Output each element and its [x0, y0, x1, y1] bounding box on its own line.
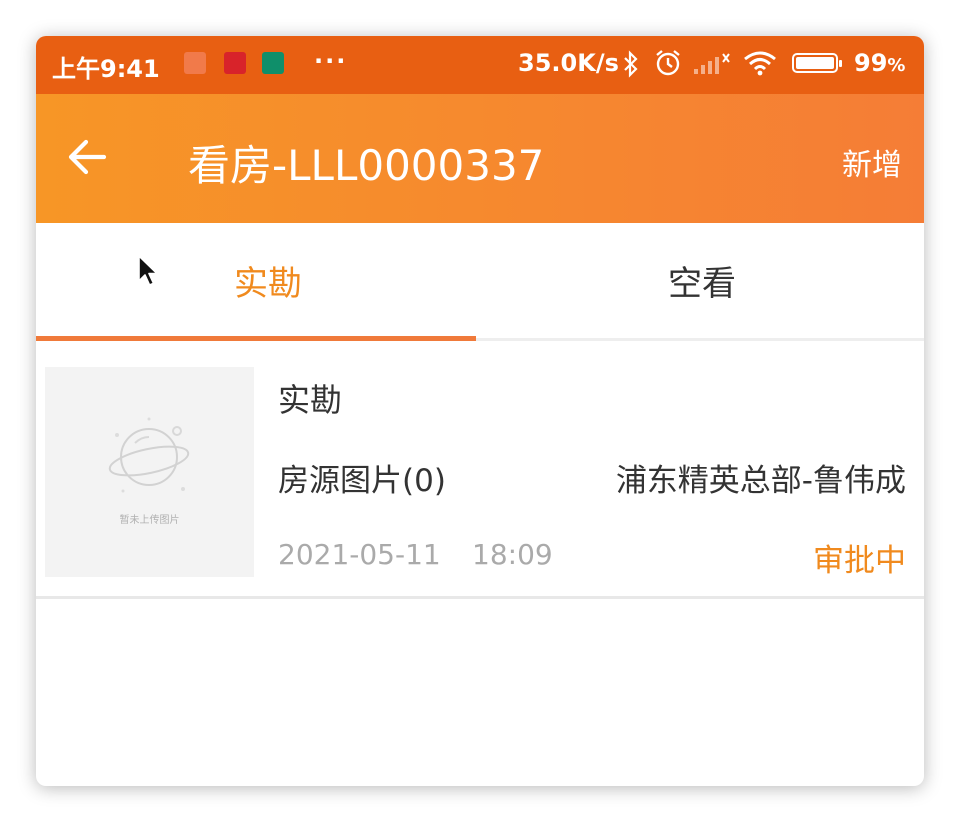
battery-icon	[792, 53, 842, 73]
item-title: 实勘	[278, 381, 343, 419]
list-item[interactable]: 暂未上传图片 实勘 房源图片(0) 浦东精英总部-鲁伟成 2021-05-11 …	[36, 341, 924, 599]
notification-icon	[184, 52, 206, 74]
signal-icon	[694, 53, 730, 74]
status-bar: 上午9:41 ··· 35.0K/s 99%	[36, 36, 924, 94]
item-date: 2021-05-11	[278, 538, 441, 571]
app-icon-green	[262, 52, 284, 74]
item-photo-count: 房源图片(0)	[278, 463, 446, 499]
wifi-icon	[744, 51, 776, 76]
bluetooth-icon	[624, 50, 638, 78]
thumbnail-placeholder: 暂未上传图片	[45, 367, 254, 577]
tab-survey[interactable]: 实勘	[36, 223, 476, 338]
mouse-cursor-icon	[138, 255, 158, 286]
back-arrow-icon[interactable]	[64, 134, 110, 180]
status-time: 上午9:41	[52, 55, 160, 83]
planet-placeholder-icon	[108, 417, 190, 493]
item-time: 18:09	[472, 538, 553, 571]
tab-survey-label: 实勘	[234, 264, 302, 304]
tab-empty-viewing-label: 空看	[668, 264, 736, 304]
app-header: 看房-LLL0000337 新增	[36, 94, 924, 223]
status-badge: 审批中	[813, 543, 906, 579]
network-speed: 35.0K/s	[518, 49, 619, 77]
battery-level: 99%	[854, 49, 906, 77]
tab-empty-viewing[interactable]: 空看	[476, 223, 924, 338]
item-agent: 浦东精英总部-鲁伟成	[615, 463, 906, 499]
no-image-text: 暂未上传图片	[119, 515, 180, 526]
alarm-icon	[656, 50, 680, 76]
add-button[interactable]: 新增	[842, 140, 902, 184]
phone-screen: 上午9:41 ··· 35.0K/s 99% 看房-LLL0000337 新增 …	[36, 36, 924, 786]
tab-bar: 实勘 空看	[36, 223, 924, 341]
more-notifications-icon: ···	[314, 47, 348, 75]
app-icon-red	[224, 52, 246, 74]
page-title: 看房-LLL0000337	[188, 141, 545, 190]
